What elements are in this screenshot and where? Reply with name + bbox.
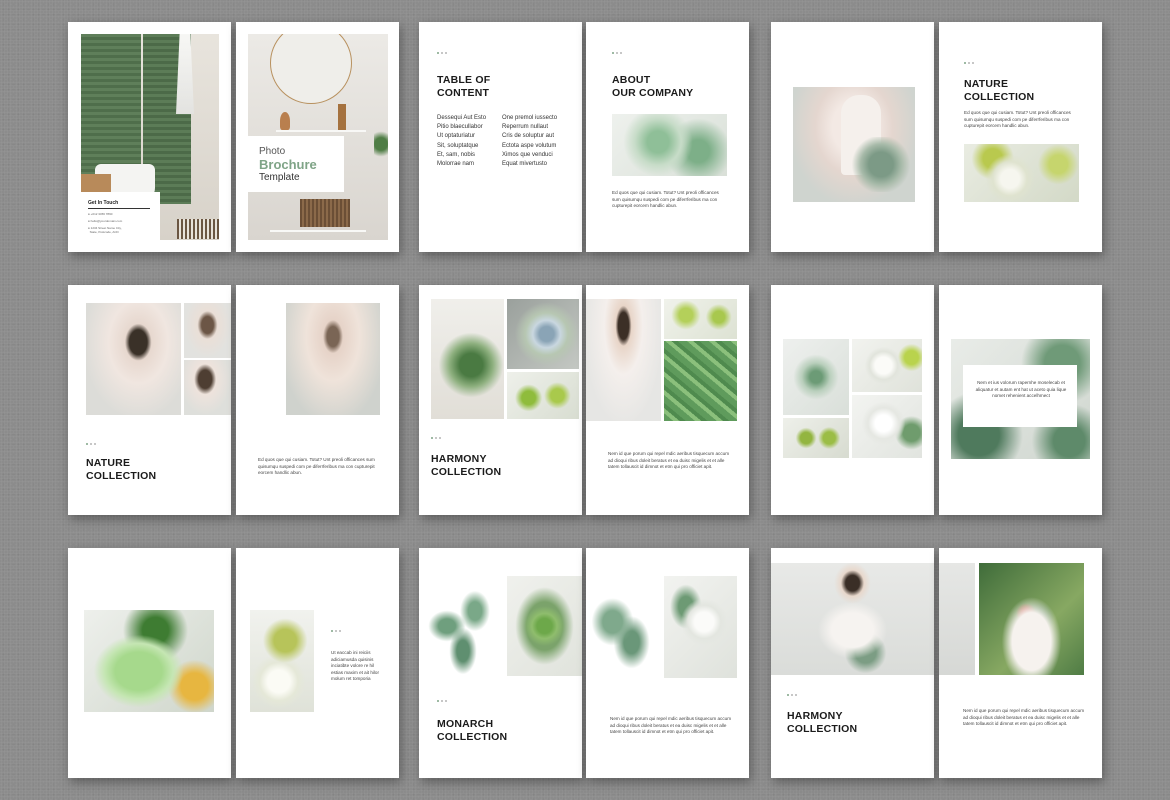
photo-succulents xyxy=(612,114,727,176)
contact-line-phone: ● +012 3456 7890 xyxy=(88,212,113,216)
toc-item: Ectota aspe volutum xyxy=(502,142,557,149)
brochure-page-nature-collage-left: NATURE COLLECTION xyxy=(68,285,231,515)
toc-item: Cris de soluptur aut xyxy=(502,133,555,140)
brochure-page-nature-intro: NATURE COLLECTION Ed quos que qui cusiam… xyxy=(939,22,1102,252)
toc-item: Equat mivertusto xyxy=(502,161,548,168)
accent-dots xyxy=(437,700,449,703)
photo-bride-hair xyxy=(184,360,231,415)
cbd-body: Ut eaccab ini reiciis adiciamusda quisin… xyxy=(331,650,379,682)
photo-cbd-cream xyxy=(84,610,214,712)
brochure-page-harmony-right: Nem id que porum qui repel mdic aeribus … xyxy=(586,285,749,515)
photo-cream-leaf xyxy=(852,395,922,458)
photo-bride-continued xyxy=(939,563,975,675)
accent-dots xyxy=(437,52,449,55)
brochure-page-harmony2-left: HARMONY COLLECTION xyxy=(771,548,934,778)
nature-body: Ed quos que qui cusiam. Totut? Unt preol… xyxy=(964,110,1071,129)
brochure-page-monarch-left: MONARCH COLLECTION xyxy=(419,548,582,778)
toc-item: Sit, soluptatque xyxy=(437,142,479,149)
toc-item: Molorrae nam xyxy=(437,161,475,168)
accent-dots xyxy=(431,437,443,440)
brand-card: Photo Brochure Template xyxy=(248,136,344,192)
quote-card: Nem et ius volorum rapernhe moselecab et… xyxy=(963,365,1077,427)
photo-eucalyptus-cup xyxy=(783,339,849,415)
nature-collection-title: NATURE COLLECTION xyxy=(86,457,157,482)
monarch-title: MONARCH COLLECTION xyxy=(437,718,508,743)
brochure-page-toc: TABLE OF CONTENT Dessequi Aut Esto Pitio… xyxy=(419,22,582,252)
brochure-page-harmony-left: HARMONY COLLECTION xyxy=(419,285,582,515)
toc-item: Et, sam, nobis xyxy=(437,151,476,158)
brochure-page-cbd-photo xyxy=(68,548,231,778)
accent-dots xyxy=(787,694,799,697)
harmony-title: HARMONY COLLECTION xyxy=(431,453,502,478)
round-mirror xyxy=(270,34,352,104)
nature-title: NATURE COLLECTION xyxy=(964,78,1035,103)
photo-flowers-table xyxy=(507,299,579,369)
photo-potted-plant xyxy=(431,299,504,419)
about-body: Ed quos que qui cusiam. Totut? Unt preol… xyxy=(612,190,719,209)
brand-line-brochure: Brochure xyxy=(259,157,317,172)
contact-divider xyxy=(88,208,150,209)
photo-eucalyptus-sprigs xyxy=(427,576,507,676)
contact-card: Get In Touch ● +012 3456 7890 ● hello@yo… xyxy=(81,192,160,240)
brochure-page-monarch-right: Nem id que porum qui repel mdic aeribus … xyxy=(586,548,749,778)
harmony-body: Nem id que porum qui repel mdic aeribus … xyxy=(608,451,730,470)
toc-item: Dessequi Aut Esto xyxy=(437,115,487,121)
about-title: ABOUT OUR COMPANY xyxy=(612,74,694,99)
toc-title: TABLE OF CONTENT xyxy=(437,74,491,99)
brochure-page-cosmetics-collage xyxy=(771,285,934,515)
toc-item: Reperrum nullaut xyxy=(502,124,549,131)
photo-bride-standing xyxy=(771,563,934,675)
brochure-page-cbd-text: Ut eaccab ini reiciis adiciamusda quisin… xyxy=(236,548,399,778)
photo-bride-profile xyxy=(86,303,181,415)
contact-line-email: ● hello@yourdomain.com xyxy=(88,219,123,223)
photo-serum-bottle xyxy=(250,610,314,712)
brochure-page-nature-collage-right: Ed quos que qui cusiam. Totut? Unt preol… xyxy=(236,285,399,515)
toc-item: Ut optaturiatur xyxy=(437,133,476,140)
monarch-body: Nem id que porum qui repel mdic aeribus … xyxy=(610,716,732,735)
accent-dots xyxy=(331,630,343,633)
brand-line-photo: Photo xyxy=(259,146,286,157)
harmony2-body: Nem id que porum qui repel mdic aeribus … xyxy=(963,708,1085,727)
photo-green-drinks xyxy=(507,372,579,419)
toc-column-right: One premol iussecto Reperrum nullaut Cri… xyxy=(502,114,557,169)
photo-eucalyptus-branches xyxy=(586,576,662,678)
toc-column-left: Dessequi Aut Esto Pitio blaecullabor Ut … xyxy=(437,114,486,169)
photo-cosmetic-jars xyxy=(964,144,1079,202)
brochure-page-harmony2-right: Nem id que porum qui repel mdic aeribus … xyxy=(939,548,1102,778)
phone-icon: ● xyxy=(88,212,90,216)
photo-bride-dress-forest xyxy=(979,563,1084,675)
contact-line-address: ● 1234 Street Name City, State, Postcode… xyxy=(88,226,122,234)
photo-aloe-leaves xyxy=(664,341,737,421)
photo-aloe-drinks xyxy=(664,299,737,339)
photo-matcha-cups xyxy=(783,418,849,458)
brochure-page-quote: Nem et ius volorum rapernhe moselecab et… xyxy=(939,285,1102,515)
quote-body: Nem et ius volorum rapernhe moselecab et… xyxy=(975,380,1067,399)
photo-bride-sitting xyxy=(286,303,380,415)
brochure-page-cover-front: Photo Brochure Template xyxy=(236,22,399,252)
harmony2-title: HARMONY COLLECTION xyxy=(787,710,858,735)
photo-cream-jar xyxy=(852,339,922,392)
toc-item: Pitio blaecullabor xyxy=(437,124,483,131)
accent-dots xyxy=(86,443,98,446)
brochure-page-cover-back: Get In Touch ● +012 3456 7890 ● hello@yo… xyxy=(68,22,231,252)
brand-line-template: Template xyxy=(259,172,300,183)
photo-matcha-bowl xyxy=(507,576,582,676)
nature-collection-body: Ed quos que qui cusiam. Totut? Unt preol… xyxy=(258,457,375,476)
contact-title: Get In Touch xyxy=(88,200,119,206)
toc-item: Ximos que venduci xyxy=(502,151,553,158)
photo-bride-bouquet xyxy=(793,87,915,202)
photo-bride-veil xyxy=(586,299,661,421)
photo-bride-back xyxy=(184,303,231,358)
mail-icon: ● xyxy=(88,219,90,223)
toc-item: One premol iussecto xyxy=(502,115,558,121)
accent-dots xyxy=(964,62,976,65)
accent-dots xyxy=(612,52,624,55)
brochure-page-about: ABOUT OUR COMPANY Ed quos que qui cusiam… xyxy=(586,22,749,252)
brochure-page-bride-photo xyxy=(771,22,934,252)
photo-cream-eucalyptus xyxy=(664,576,737,678)
